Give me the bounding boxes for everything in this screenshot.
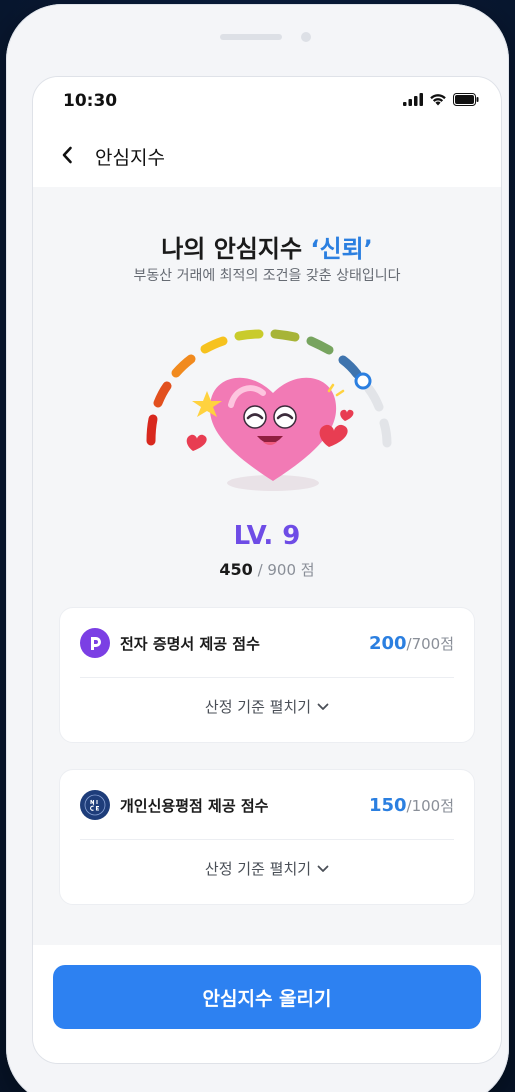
card-header: 개인신용평점 제공 점수 150/100점: [80, 790, 454, 820]
chevron-down-icon: [317, 703, 329, 710]
card-divider: [80, 839, 454, 840]
expand-label: 산정 기준 펼치기: [204, 860, 312, 878]
status-icons: [403, 93, 479, 106]
credit-score-card: 개인신용평점 제공 점수 150/100점 산정 기준 펼치기: [59, 769, 475, 905]
hero-title-highlight: ‘신뢰’: [310, 235, 373, 263]
expand-criteria-button[interactable]: 산정 기준 펼치기: [60, 858, 474, 879]
wifi-icon: [430, 94, 446, 106]
hero-subtitle: 부동산 거래에 최적의 조건을 갖춘 상태입니다: [133, 268, 401, 284]
expand-label: 산정 기준 펼치기: [204, 698, 312, 716]
battery-icon: [453, 93, 479, 106]
hero-title: 나의 안심지수 ‘신뢰’: [33, 229, 501, 264]
card-header: 전자 증명서 제공 점수 200/700점: [80, 628, 454, 658]
page-title: 안심지수: [95, 147, 165, 169]
score-gauge: [146, 329, 392, 491]
signal-icon: [403, 93, 423, 106]
certificate-score-card: 전자 증명서 제공 점수 200/700점 산정 기준 펼치기: [59, 607, 475, 743]
card-score: 200/700점: [369, 633, 454, 654]
card-score-value: 200: [368, 632, 407, 654]
score-value: 450: [219, 560, 253, 579]
speaker-grill: [220, 34, 282, 40]
chevron-left-icon: [62, 146, 72, 164]
card-score-max: /700점: [406, 634, 454, 653]
card-score-value: 150: [368, 794, 407, 816]
gauge-indicator: [354, 372, 372, 390]
raise-score-button[interactable]: 안심지수 올리기: [53, 965, 481, 1029]
phone-frame: 10:30 안심지수 나의 안심지수 ‘신뢰’ 부동산 거래에 최적의 조건을 …: [6, 4, 509, 1092]
card-divider: [80, 677, 454, 678]
document-logo-icon: [80, 628, 110, 658]
card-score: 150/100점: [369, 795, 454, 816]
heart-mascot-icon: [186, 377, 354, 491]
status-time: 10:30: [63, 91, 118, 111]
card-title: 개인신용평점 제공 점수: [120, 796, 269, 815]
hero-title-prefix: 나의 안심지수: [161, 235, 311, 263]
level-label: LV. 9: [233, 521, 301, 551]
back-button[interactable]: [57, 143, 77, 167]
top-bar: 10:30 안심지수: [33, 77, 501, 187]
front-camera: [301, 32, 311, 42]
app-screen: 10:30 안심지수 나의 안심지수 ‘신뢰’ 부동산 거래에 최적의 조건을 …: [32, 76, 502, 1064]
chevron-down-icon: [317, 865, 329, 872]
nice-logo-icon: [80, 790, 110, 820]
score-max: / 900 점: [252, 561, 315, 579]
total-score: 450 / 900 점: [33, 559, 501, 580]
bottom-bar: 안심지수 올리기: [33, 945, 501, 1063]
card-score-max: /100점: [406, 796, 454, 815]
expand-criteria-button[interactable]: 산정 기준 펼치기: [60, 696, 474, 717]
card-title: 전자 증명서 제공 점수: [120, 634, 260, 653]
